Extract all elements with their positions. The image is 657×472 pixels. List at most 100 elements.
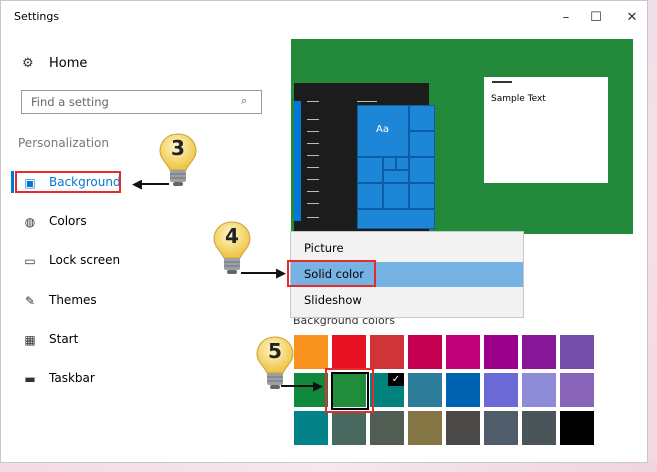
brush-icon: ✎: [24, 294, 36, 308]
color-swatch[interactable]: [559, 410, 595, 446]
preview-menu-line: [307, 155, 319, 157]
preview-menu-line: [307, 191, 319, 193]
color-swatch[interactable]: [293, 334, 329, 370]
sidebar-item-label: Lock screen: [49, 253, 121, 267]
color-swatch[interactable]: [559, 372, 595, 408]
preview-menu-line: [307, 101, 319, 103]
arrow-right-icon: ▶: [313, 379, 323, 394]
preview-tile: [409, 157, 435, 183]
search-placeholder: Find a setting: [31, 95, 109, 109]
preview-tile: [357, 209, 435, 229]
checkmark-icon: ✓: [388, 373, 404, 386]
settings-window: Settings – ☐ ✕ ⚙ Home Find a setting ⌕ P…: [0, 0, 648, 463]
window-title: Settings: [14, 10, 60, 23]
preview-tile: [383, 157, 396, 170]
color-swatch[interactable]: [521, 372, 557, 408]
preview-menu-line: [307, 179, 319, 181]
preview-menu-line: [307, 217, 319, 219]
lightbulb-icon: 5: [255, 335, 295, 391]
color-swatch[interactable]: [369, 334, 405, 370]
preview-start-menu: Aa: [294, 83, 435, 232]
color-swatch[interactable]: [483, 334, 519, 370]
preview-tile: [409, 183, 435, 209]
preview-menu-line: [307, 143, 319, 145]
preview-tile: [409, 105, 435, 131]
color-swatch[interactable]: [331, 334, 367, 370]
color-swatch[interactable]: [331, 410, 367, 446]
lock-screen-icon: ▭: [24, 254, 36, 268]
color-swatch[interactable]: [483, 410, 519, 446]
color-swatch[interactable]: [369, 410, 405, 446]
preview-menu-line: [357, 101, 377, 103]
preview-tile-text: Aa: [376, 124, 389, 135]
dropdown-option-picture[interactable]: Picture: [291, 236, 523, 261]
preview-menu-line: [307, 203, 319, 205]
preview-menu-line: [307, 119, 319, 121]
close-button[interactable]: ✕: [618, 7, 646, 29]
preview-sample-text: Sample Text: [491, 94, 546, 104]
step-number: 5: [268, 339, 282, 363]
color-swatch[interactable]: [483, 372, 519, 408]
gear-icon: ⚙: [22, 56, 34, 71]
color-swatch[interactable]: [407, 334, 443, 370]
maximize-button[interactable]: ☐: [582, 7, 610, 29]
color-swatch[interactable]: [521, 334, 557, 370]
arrow-right-icon: ▶: [276, 266, 286, 281]
dropdown-option-label: Picture: [304, 241, 344, 255]
sidebar-item-taskbar[interactable]: ▬ Taskbar: [19, 365, 269, 393]
step-number: 3: [171, 136, 185, 160]
background-highlight-box: [15, 171, 121, 193]
background-edge: [0, 463, 657, 472]
taskbar-icon: ▬: [24, 372, 36, 386]
dropdown-option-label: Slideshow: [304, 293, 362, 307]
selected-swatch-border: [331, 372, 369, 410]
callout-arrow-3: [141, 183, 169, 185]
section-title: Personalization: [18, 136, 109, 150]
palette-icon: ◍: [24, 215, 36, 229]
lightbulb-icon: 4: [212, 220, 252, 276]
callout-arrow-5: [281, 385, 317, 387]
preview-tile: [357, 157, 383, 183]
sidebar-item-start[interactable]: ▦ Start: [19, 326, 269, 354]
color-swatch[interactable]: [407, 372, 443, 408]
sidebar-item-label: Themes: [49, 293, 97, 307]
color-swatch[interactable]: [521, 410, 557, 446]
step-number: 4: [225, 224, 239, 248]
color-swatch[interactable]: [445, 410, 481, 446]
preview-tiles: [357, 105, 435, 229]
color-swatch[interactable]: [559, 334, 595, 370]
preview-menu-line: [307, 167, 319, 169]
sidebar-item-label: Start: [49, 332, 79, 346]
color-swatch[interactable]: [445, 334, 481, 370]
preview-tile: [357, 183, 383, 209]
preview-tile: [383, 183, 409, 209]
preview-tile: [383, 170, 409, 183]
solid-color-highlight-box: [287, 260, 376, 287]
background-edge: [648, 0, 657, 472]
minimize-button[interactable]: –: [552, 7, 580, 29]
sidebar-item-label: Taskbar: [49, 371, 95, 385]
dropdown-option-slideshow[interactable]: Slideshow: [291, 288, 523, 313]
sidebar-item-themes[interactable]: ✎ Themes: [19, 287, 269, 315]
search-input[interactable]: Find a setting ⌕: [21, 90, 262, 114]
sidebar-item-label: Colors: [49, 214, 87, 228]
search-icon: ⌕: [241, 94, 248, 107]
preview-tile: [409, 131, 435, 157]
preview-start-stripe: [294, 101, 301, 221]
home-link[interactable]: Home: [49, 56, 87, 71]
active-indicator: [11, 171, 14, 193]
start-tiles-icon: ▦: [24, 333, 36, 347]
color-swatch[interactable]: [293, 372, 329, 408]
color-swatch[interactable]: [293, 410, 329, 446]
preview-window: Sample Text: [484, 77, 608, 183]
lightbulb-icon: 3: [158, 132, 198, 188]
preview-tile: [396, 157, 409, 170]
color-swatch[interactable]: [445, 372, 481, 408]
color-swatch[interactable]: [407, 410, 443, 446]
arrow-left-icon: ◀: [132, 177, 142, 192]
callout-arrow-4: [241, 272, 281, 274]
color-swatch[interactable]: ✓: [369, 372, 405, 408]
preview-window-bar: [492, 81, 512, 83]
preview-menu-line: [307, 131, 319, 133]
desktop-preview: Aa Sample Text: [291, 39, 633, 234]
